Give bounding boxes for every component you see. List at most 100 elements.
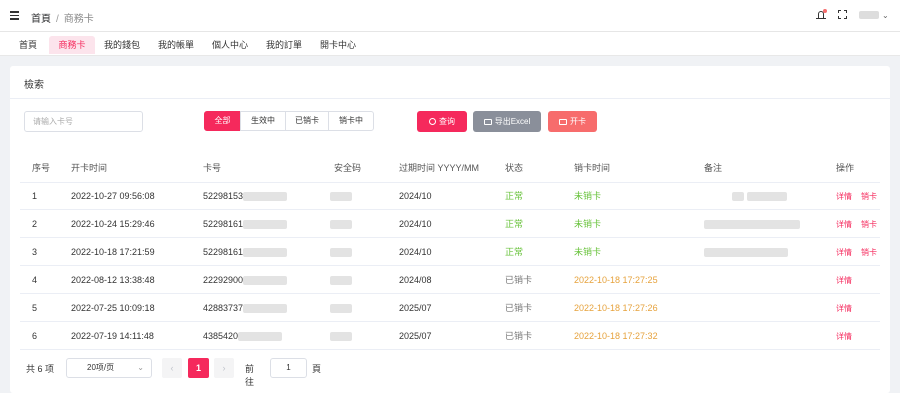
detail-link[interactable]: 详情 <box>836 267 852 294</box>
cell-card-number: 52298161 <box>203 239 288 266</box>
cell-cvv-redacted <box>330 183 352 210</box>
page-size-value: 20项/页 <box>87 363 115 372</box>
cancel-card-link[interactable]: 销卡 <box>861 211 877 238</box>
user-avatar[interactable] <box>859 11 879 19</box>
cell-remark-redacted <box>704 211 800 238</box>
panel-title: 檢索 <box>24 80 44 91</box>
cell-cancel-time: 2022-10-18 17:27:25 <box>574 275 658 285</box>
detail-link[interactable]: 详情 <box>836 183 852 210</box>
page-unit-label: 頁 <box>312 364 322 374</box>
tabs-bar: 首頁 商務卡 我的錢包 我的帳單 個人中心 我的訂單 開卡中心 <box>0 32 900 56</box>
page-number-current[interactable]: 1 <box>188 358 209 378</box>
cell-cancel-time: 2022-10-18 17:27:26 <box>574 303 658 313</box>
cell-expire: 2025/07 <box>399 303 432 313</box>
cell-card-number: 52298153 <box>203 183 288 210</box>
cell-expire: 2024/10 <box>399 191 432 201</box>
column-header-open-time: 开卡时间 <box>71 163 108 173</box>
cell-remark-redacted <box>732 183 787 210</box>
chevron-down-icon: ⌄ <box>137 363 144 372</box>
detail-link[interactable]: 详情 <box>836 295 852 322</box>
cell-card-number: 42883737 <box>203 295 288 322</box>
top-bar: 首頁 / 商務卡 ⌄ <box>0 0 900 32</box>
filter-all-button[interactable]: 全部 <box>204 111 241 131</box>
open-card-button[interactable]: 开卡 <box>548 111 597 132</box>
cell-cvv-redacted <box>330 323 352 350</box>
cell-open-time: 2022-10-27 09:56:08 <box>71 191 155 201</box>
cell-cvv-redacted <box>330 267 352 294</box>
menu-toggle-icon[interactable] <box>10 11 19 20</box>
filter-active-button[interactable]: 生效中 <box>240 111 286 131</box>
card-number-search-input[interactable] <box>24 111 143 132</box>
column-header-remark: 备注 <box>704 163 723 173</box>
page-size-select[interactable]: 20项/页 ⌄ <box>66 358 152 378</box>
table-row: 5 2022-07-25 10:09:18 42883737 2025/07 已… <box>20 295 880 322</box>
goto-label: 前往 <box>245 364 255 387</box>
cell-no: 2 <box>32 219 38 229</box>
column-header-cancel-time: 销卡时间 <box>574 163 611 173</box>
next-page-button[interactable]: › <box>214 358 234 378</box>
cancel-card-link[interactable]: 销卡 <box>861 183 877 210</box>
detail-link[interactable]: 详情 <box>836 211 852 238</box>
tab-orders[interactable]: 我的訂單 <box>260 36 308 54</box>
table-row: 6 2022-07-19 14:11:48 4385420 2025/07 已销… <box>20 323 880 350</box>
table-row: 4 2022-08-12 13:38:48 22292900 2024/08 已… <box>20 267 880 294</box>
cell-open-time: 2022-08-12 13:38:48 <box>71 275 155 285</box>
cancel-card-link[interactable]: 销卡 <box>861 239 877 266</box>
cell-expire: 2024/10 <box>399 247 432 257</box>
cell-status: 已销卡 <box>505 331 533 341</box>
search-icon <box>429 118 436 126</box>
query-button-label: 查询 <box>439 117 455 126</box>
cell-card-number: 22292900 <box>203 267 288 294</box>
fullscreen-icon[interactable] <box>838 10 847 19</box>
folder-icon <box>483 118 492 125</box>
table-row: 1 2022-10-27 09:56:08 52298153 2024/10 正… <box>20 183 880 210</box>
cell-no: 3 <box>32 247 38 257</box>
cell-card-number: 4385420 <box>203 323 283 350</box>
query-button[interactable]: 查询 <box>417 111 467 132</box>
tab-card-center[interactable]: 開卡中心 <box>314 36 362 54</box>
breadcrumb-home[interactable]: 首頁 <box>31 14 51 25</box>
cell-status: 正常 <box>505 219 524 229</box>
cell-cvv-redacted <box>330 295 352 322</box>
tab-profile[interactable]: 個人中心 <box>206 36 254 54</box>
cell-no: 1 <box>32 191 38 201</box>
export-excel-button[interactable]: 导出Excel <box>473 111 541 132</box>
cell-cancel-time: 2022-10-18 17:27:32 <box>574 331 658 341</box>
folder-plus-icon <box>559 118 567 125</box>
cell-cvv-redacted <box>330 239 352 266</box>
filter-cancelling-button[interactable]: 销卡中 <box>328 111 374 131</box>
notification-dot <box>823 9 827 13</box>
cell-status: 正常 <box>505 191 524 201</box>
cell-open-time: 2022-07-19 14:11:48 <box>71 331 154 341</box>
export-button-label: 导出Excel <box>494 117 531 126</box>
cell-cvv-redacted <box>330 211 352 238</box>
filter-cancelled-button[interactable]: 已销卡 <box>285 111 329 131</box>
cell-expire: 2024/10 <box>399 219 432 229</box>
goto-page-input[interactable]: 1 <box>270 358 307 378</box>
cell-status: 已销卡 <box>505 275 533 285</box>
column-header-no: 序号 <box>32 163 51 173</box>
open-button-label: 开卡 <box>570 117 586 126</box>
cell-remark-redacted <box>704 239 788 266</box>
cell-no: 5 <box>32 303 38 313</box>
column-header-cvv: 安全码 <box>334 163 362 173</box>
column-header-status: 状态 <box>505 163 524 173</box>
tab-wallet[interactable]: 我的錢包 <box>98 36 146 54</box>
cell-open-time: 2022-10-18 17:21:59 <box>71 247 155 257</box>
column-header-actions: 操作 <box>836 163 855 173</box>
tab-bills[interactable]: 我的帳單 <box>152 36 200 54</box>
breadcrumb: 首頁 / 商務卡 <box>31 10 94 25</box>
detail-link[interactable]: 详情 <box>836 239 852 266</box>
chevron-down-icon[interactable]: ⌄ <box>882 11 889 20</box>
column-header-expire: 过期时间 YYYY/MM <box>399 163 480 173</box>
detail-link[interactable]: 详情 <box>836 323 852 350</box>
column-header-card-number: 卡号 <box>203 163 222 173</box>
breadcrumb-separator: / <box>56 14 59 25</box>
cell-card-number: 52298161 <box>203 211 288 238</box>
cell-cancel-time: 未销卡 <box>574 247 602 257</box>
notification-bell-icon[interactable] <box>816 9 827 21</box>
prev-page-button[interactable]: ‹ <box>162 358 182 378</box>
breadcrumb-current: 商務卡 <box>63 14 94 25</box>
tab-home[interactable]: 首頁 <box>10 36 46 54</box>
tab-business-card[interactable]: 商務卡 <box>49 36 95 54</box>
